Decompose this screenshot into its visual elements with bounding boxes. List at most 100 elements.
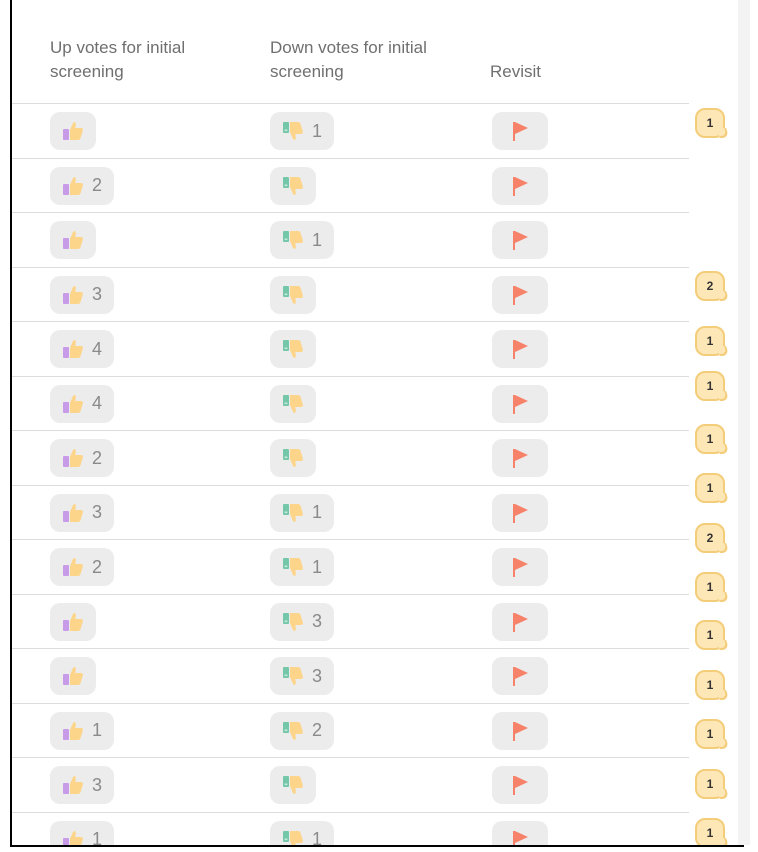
downvote-button[interactable]: 1 bbox=[270, 493, 335, 532]
thumbs-up-icon bbox=[62, 285, 84, 305]
downvote-button[interactable] bbox=[270, 275, 316, 314]
revisit-flag-button[interactable] bbox=[492, 711, 548, 750]
downvote-count: 1 bbox=[312, 829, 323, 847]
column-header-revisit: Revisit bbox=[490, 62, 542, 81]
downvote-count: 3 bbox=[312, 611, 323, 631]
column-header-downvotes: Down votes for initial screening bbox=[270, 38, 427, 81]
upvote-button[interactable] bbox=[50, 657, 96, 695]
comment-count-bubble[interactable]: 1 bbox=[695, 371, 725, 401]
upvote-button[interactable]: 2 bbox=[50, 166, 115, 205]
revisit-flag-button[interactable] bbox=[492, 330, 548, 368]
revisit-flag-button[interactable] bbox=[492, 166, 548, 205]
upvote-button[interactable]: 4 bbox=[50, 330, 115, 368]
upvote-button[interactable]: 4 bbox=[50, 384, 115, 423]
comment-count-bubble[interactable]: 2 bbox=[695, 523, 725, 553]
thumbs-down-icon bbox=[282, 557, 304, 577]
downvote-button[interactable]: 3 bbox=[270, 602, 335, 641]
thumbs-down-icon bbox=[282, 503, 304, 523]
downvote-count: 1 bbox=[312, 229, 323, 250]
revisit-flag-button[interactable] bbox=[492, 657, 548, 695]
downvote-button[interactable] bbox=[270, 766, 316, 804]
flag-icon bbox=[511, 774, 529, 796]
revisit-flag-button[interactable] bbox=[492, 384, 548, 423]
revisit-flag-button[interactable] bbox=[492, 820, 548, 845]
table-row: 11 bbox=[12, 811, 689, 847]
comment-count-bubble[interactable]: 1 bbox=[695, 769, 725, 799]
thumbs-up-icon bbox=[62, 830, 84, 845]
revisit-flag-button[interactable] bbox=[492, 602, 548, 641]
comment-count-bubble[interactable]: 1 bbox=[695, 818, 725, 845]
upvote-count: 4 bbox=[92, 338, 103, 359]
comment-count-bubble[interactable]: 1 bbox=[695, 620, 725, 650]
downvote-count: 1 bbox=[312, 502, 323, 522]
upvote-count: 3 bbox=[92, 284, 103, 304]
comment-count-bubble[interactable]: 1 bbox=[695, 326, 725, 356]
flag-icon bbox=[511, 120, 529, 142]
table-row: 3 bbox=[12, 266, 689, 322]
table-row: 3 bbox=[12, 648, 689, 703]
comment-count-bubble[interactable]: 1 bbox=[695, 572, 725, 602]
upvote-button[interactable] bbox=[50, 602, 96, 641]
downvote-button[interactable] bbox=[270, 166, 316, 205]
downvote-button[interactable]: 1 bbox=[270, 221, 335, 259]
upvote-button[interactable]: 2 bbox=[50, 439, 115, 477]
table-row: 4 bbox=[12, 375, 689, 431]
downvote-button[interactable] bbox=[270, 439, 316, 477]
downvote-count: 3 bbox=[312, 665, 323, 686]
flag-icon bbox=[511, 447, 529, 469]
table-row: 31 bbox=[12, 484, 689, 540]
revisit-flag-button[interactable] bbox=[492, 439, 548, 477]
comment-count-bubble[interactable]: 1 bbox=[695, 473, 725, 503]
comment-count-bubble[interactable]: 1 bbox=[695, 719, 725, 749]
upvote-button[interactable]: 3 bbox=[50, 766, 115, 804]
downvote-button[interactable]: 1 bbox=[270, 820, 335, 847]
downvote-button[interactable]: 2 bbox=[270, 711, 335, 750]
column-header-upvotes: Up votes for initial screening bbox=[50, 38, 186, 81]
upvote-count: 2 bbox=[92, 447, 103, 468]
revisit-flag-button[interactable] bbox=[492, 766, 548, 804]
downvote-button[interactable] bbox=[270, 384, 316, 423]
thumbs-up-icon bbox=[62, 503, 84, 523]
thumbs-up-icon bbox=[62, 775, 84, 795]
upvote-count: 2 bbox=[92, 175, 103, 195]
upvote-count: 1 bbox=[92, 829, 103, 847]
downvote-button[interactable]: 3 bbox=[270, 657, 335, 695]
thumbs-up-icon bbox=[62, 121, 84, 141]
downvote-count: 1 bbox=[312, 556, 323, 577]
revisit-flag-button[interactable] bbox=[492, 112, 548, 150]
upvote-button[interactable]: 1 bbox=[50, 711, 115, 750]
upvote-count: 4 bbox=[92, 393, 103, 413]
comment-count-bubble[interactable]: 1 bbox=[695, 108, 725, 138]
table-row: 3 bbox=[12, 593, 689, 649]
thumbs-up-icon bbox=[62, 557, 84, 577]
thumbs-down-icon bbox=[282, 612, 304, 632]
thumbs-up-icon bbox=[62, 721, 84, 741]
comment-count-bubble[interactable]: 1 bbox=[695, 424, 725, 454]
revisit-flag-button[interactable] bbox=[492, 221, 548, 259]
revisit-flag-button[interactable] bbox=[492, 275, 548, 314]
downvote-button[interactable]: 1 bbox=[270, 548, 335, 586]
upvote-button[interactable] bbox=[50, 112, 96, 150]
upvote-button[interactable] bbox=[50, 221, 96, 259]
comment-count-bubble[interactable]: 2 bbox=[695, 271, 725, 301]
upvote-button[interactable]: 1 bbox=[50, 820, 115, 847]
revisit-flag-button[interactable] bbox=[492, 493, 548, 532]
thumbs-up-icon bbox=[62, 448, 84, 468]
downvote-button[interactable] bbox=[270, 330, 316, 368]
upvote-button[interactable]: 3 bbox=[50, 275, 115, 314]
table-row: 2 bbox=[12, 157, 689, 213]
downvote-button[interactable]: 1 bbox=[270, 112, 335, 150]
table-row: 4 bbox=[12, 321, 689, 376]
thumbs-up-icon bbox=[62, 612, 84, 632]
revisit-flag-button[interactable] bbox=[492, 548, 548, 586]
flag-icon bbox=[511, 338, 529, 360]
comment-count-bubble[interactable]: 1 bbox=[695, 670, 725, 700]
table-row: 3 bbox=[12, 757, 689, 812]
table-row: 1 bbox=[12, 212, 689, 267]
thumbs-down-icon bbox=[282, 721, 304, 741]
upvote-button[interactable]: 2 bbox=[50, 548, 115, 586]
downvote-count: 1 bbox=[312, 120, 323, 141]
upvote-button[interactable]: 3 bbox=[50, 493, 115, 532]
scrollbar[interactable] bbox=[738, 0, 750, 845]
thumbs-up-icon bbox=[62, 230, 84, 250]
